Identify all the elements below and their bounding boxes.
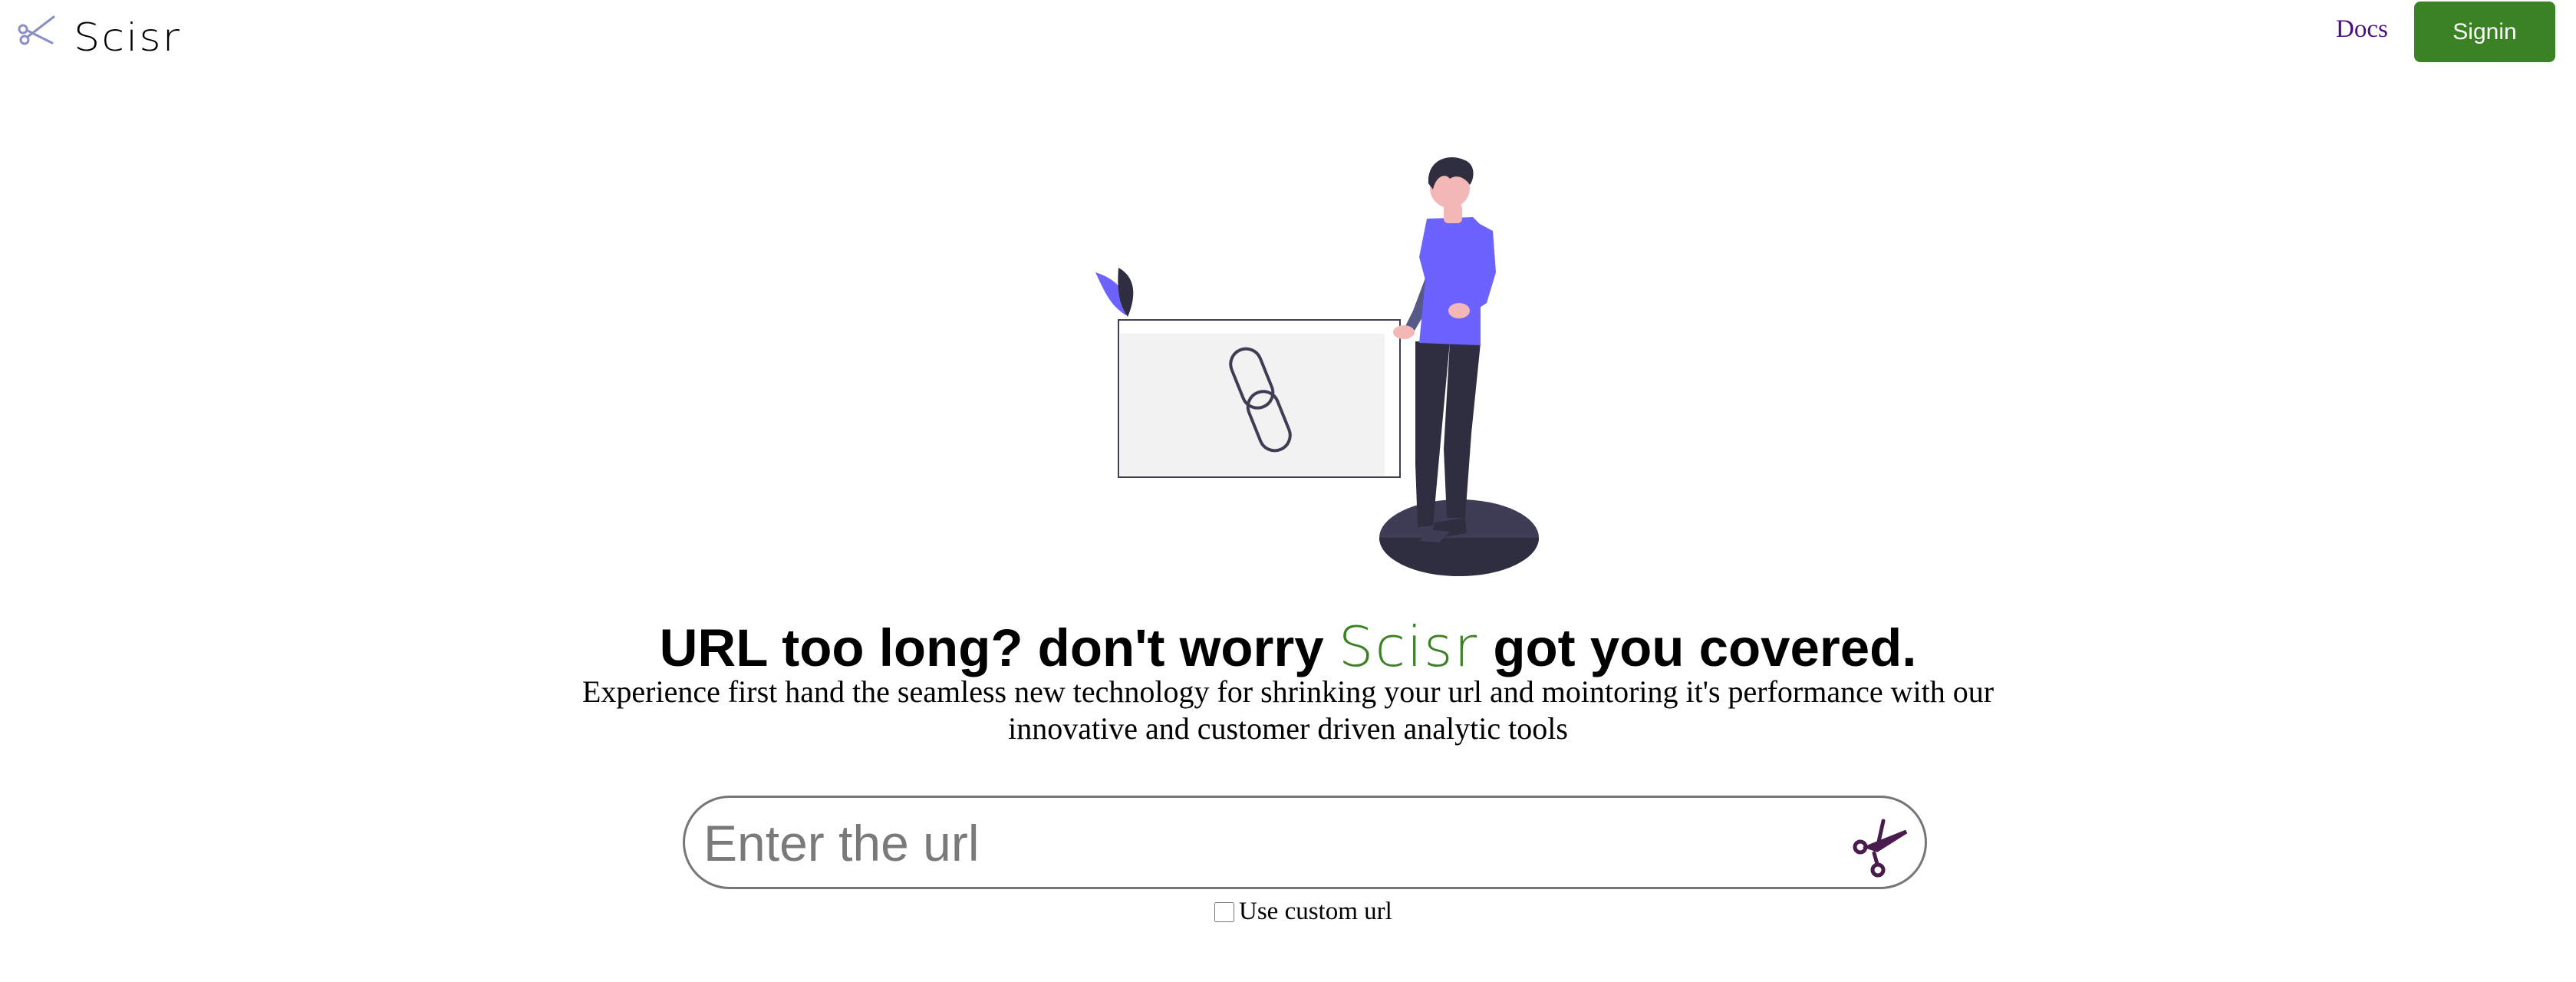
scissors-icon [1853, 819, 1908, 878]
scissors-icon [18, 15, 55, 45]
headline-tail: got you covered. [1478, 618, 1917, 678]
url-input[interactable] [702, 809, 1807, 878]
headline-lead: URL too long? don't worry [659, 618, 1339, 678]
brand-logo[interactable]: Scisr [14, 8, 180, 60]
shorten-button[interactable] [1843, 809, 1912, 878]
docs-link[interactable]: Docs [2336, 15, 2388, 44]
brand-name: Scisr [74, 15, 182, 60]
custom-url-option[interactable]: Use custom url [1214, 898, 1392, 926]
person-with-link-illustration [1095, 157, 1539, 576]
custom-url-label: Use custom url [1239, 898, 1392, 925]
headline-brand: Scisr [1338, 615, 1479, 680]
top-nav: Scisr Docs Signin [0, 0, 2576, 84]
custom-url-checkbox[interactable] [1214, 901, 1234, 922]
url-shortener-form [683, 796, 1927, 889]
hero-headline: URL too long? don't worry Scisr got you … [0, 615, 2576, 679]
hero-subtitle: Experience first hand the seamless new t… [581, 674, 1995, 746]
signin-button[interactable]: Signin [2414, 2, 2555, 62]
